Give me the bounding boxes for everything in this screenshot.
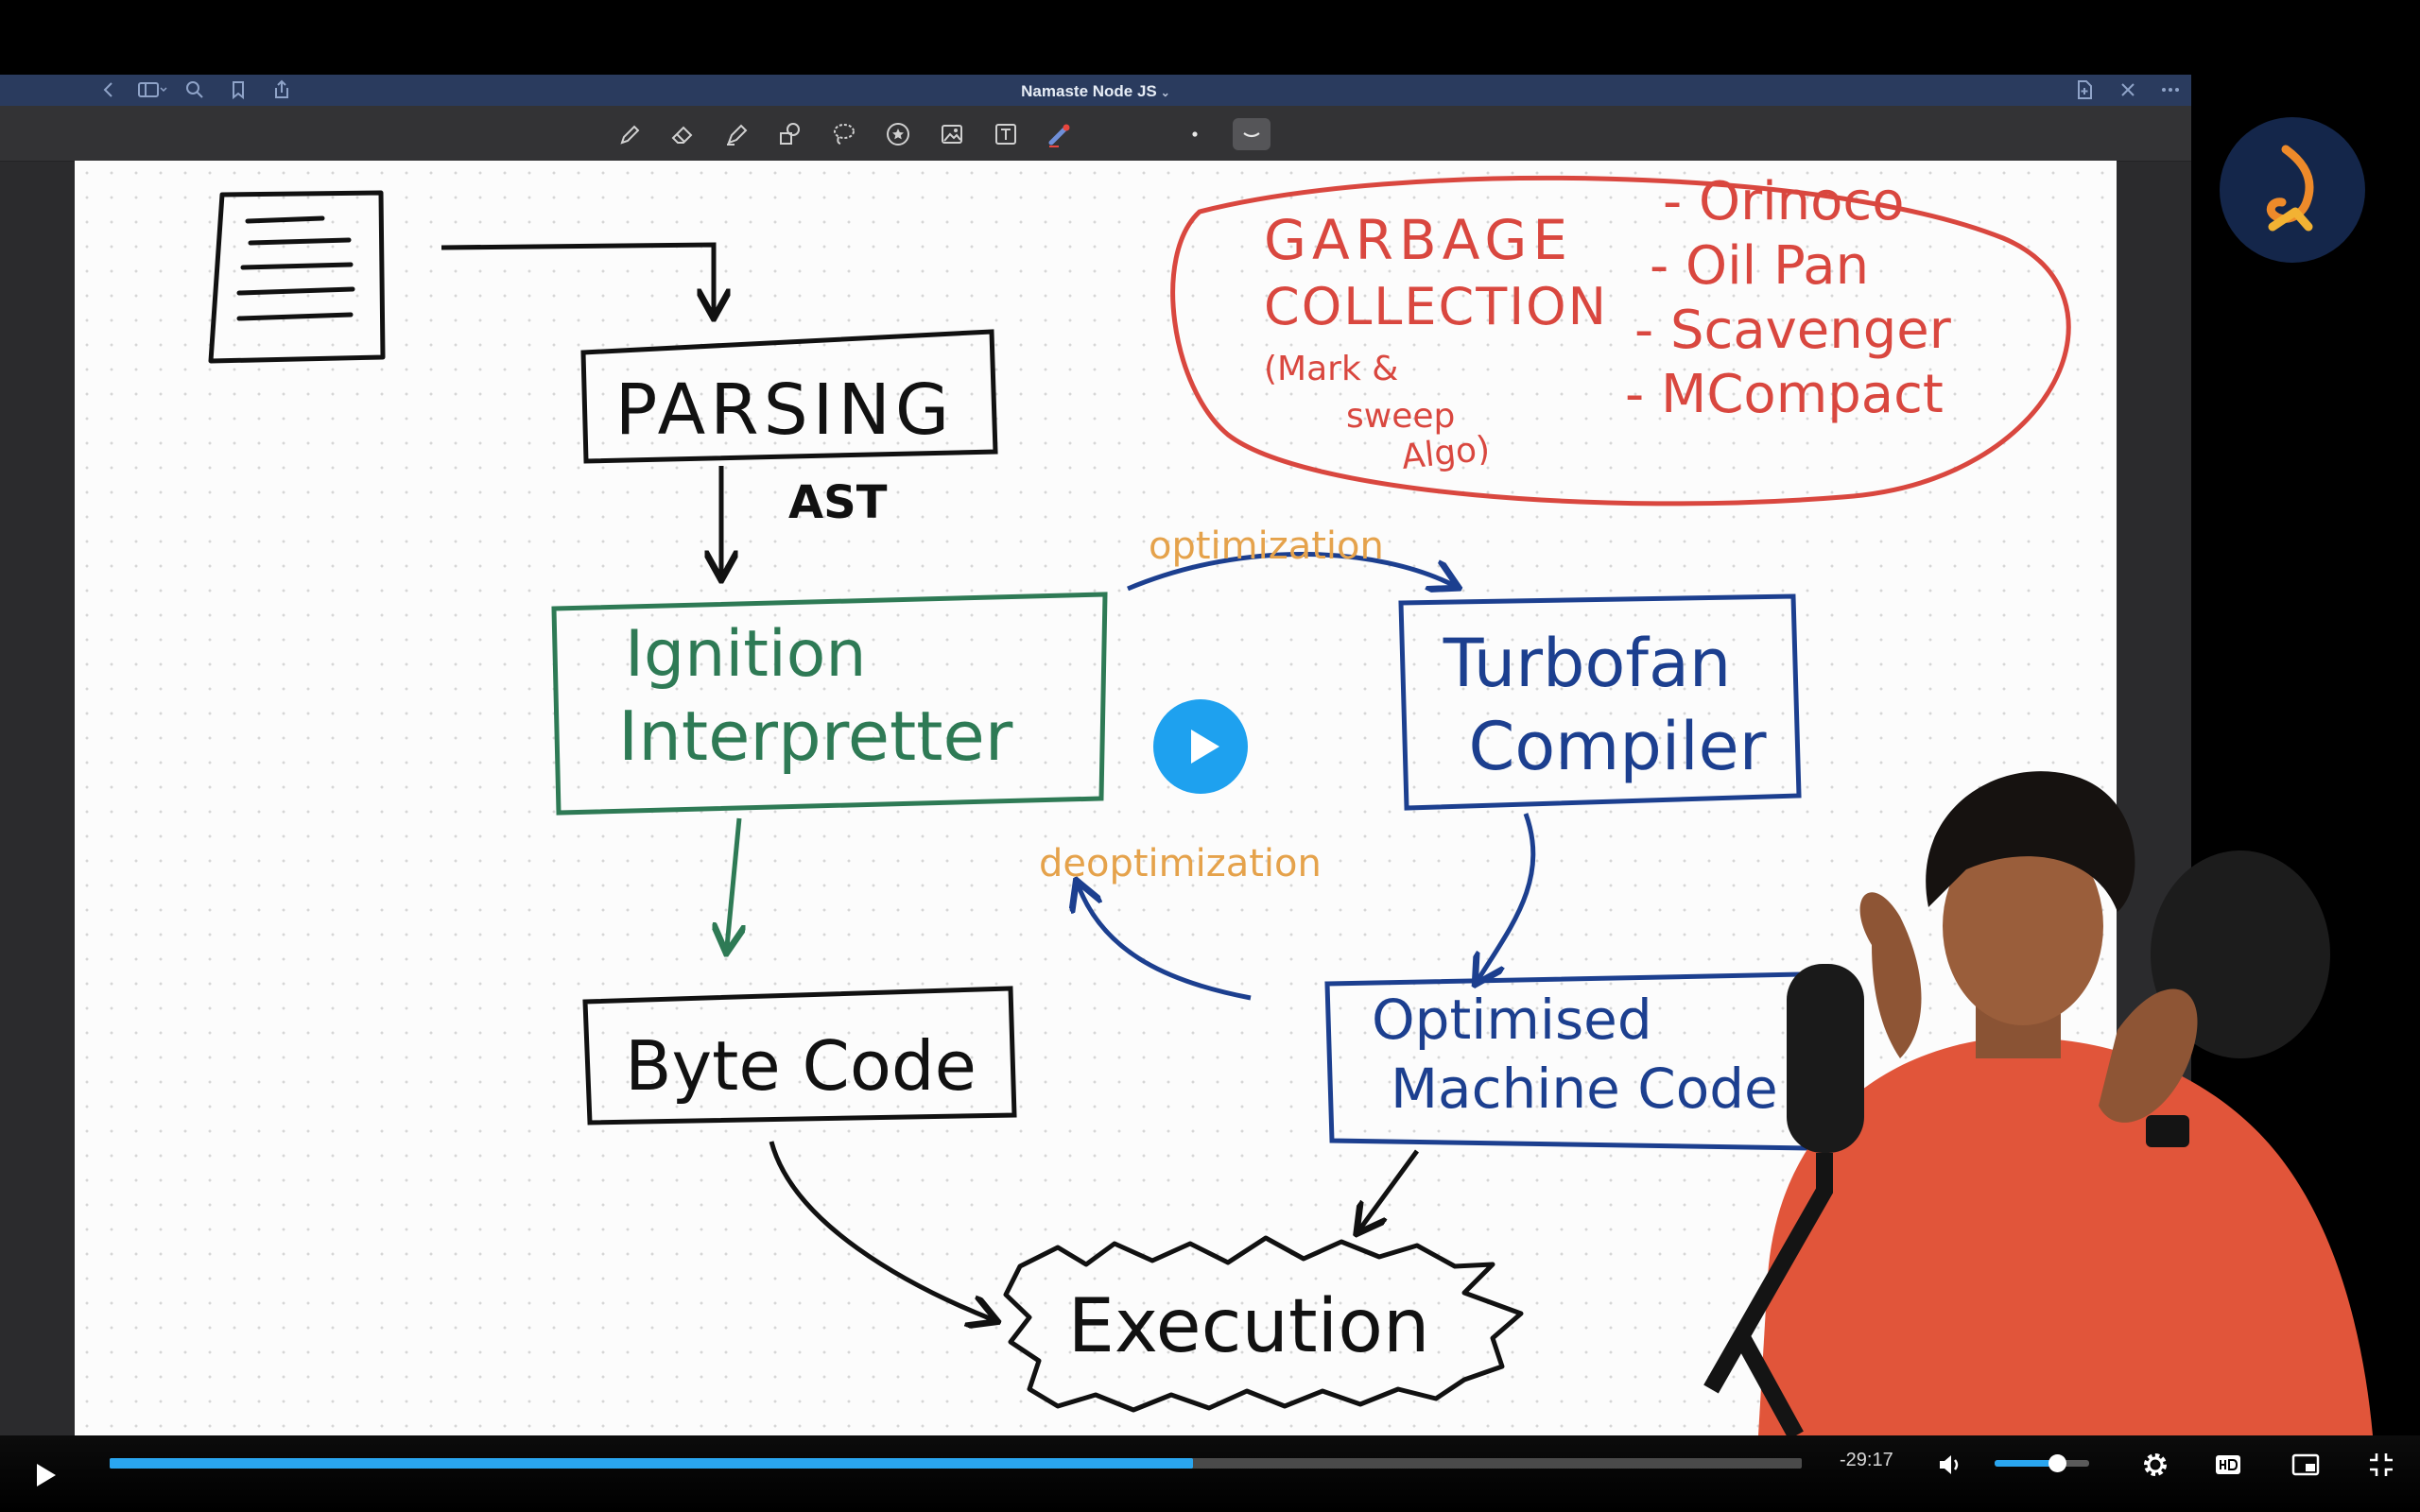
turbofan-line1: Turbofan <box>1443 625 1731 702</box>
eraser-tool-icon[interactable] <box>667 119 698 149</box>
ignition-line2: Interpretter <box>618 696 1013 776</box>
gc-line1: GARBAGE <box>1264 208 1573 272</box>
gc-item: - Orinoco <box>1663 171 1904 232</box>
bookmark-icon[interactable] <box>227 78 250 101</box>
document-title-text[interactable]: Namaste Node JS <box>1021 82 1157 100</box>
progress-played <box>110 1458 1193 1469</box>
stroke-curve-icon <box>1243 132 1260 138</box>
deoptimization-label: deoptimization <box>1039 842 1322 885</box>
microphone <box>1787 964 1864 1153</box>
deoptimization-arrow <box>1079 886 1252 1001</box>
arrow-ignition-to-bytecode <box>727 817 739 947</box>
arrow-optimised-to-execution <box>1360 1149 1420 1228</box>
sidebar-toggle-icon[interactable] <box>137 78 167 101</box>
arrow-bytecode-to-execution <box>769 1141 992 1319</box>
exit-fullscreen-icon[interactable] <box>2365 1449 2397 1481</box>
picture-in-picture-icon[interactable] <box>2290 1449 2322 1481</box>
gc-item: - Oil Pan <box>1650 235 1869 297</box>
pen-style-selected[interactable] <box>1233 118 1270 150</box>
play-icon <box>1191 730 1219 764</box>
hd-quality-icon[interactable] <box>2212 1449 2244 1481</box>
document-title[interactable]: Namaste Node JS ⌄ <box>1021 82 1170 101</box>
lasso-tool-icon[interactable] <box>829 119 859 149</box>
byte-code-label: Byte Code <box>625 1026 977 1106</box>
optimization-label: optimization <box>1149 524 1384 568</box>
back-icon[interactable] <box>97 78 120 101</box>
video-player-controls: -29:17 <box>0 1435 2420 1512</box>
ast-label: AST <box>788 476 888 529</box>
shapes-tool-icon[interactable] <box>775 119 805 149</box>
volume-slider[interactable] <box>1995 1454 2089 1472</box>
play-button[interactable] <box>30 1460 60 1490</box>
add-page-icon[interactable] <box>2073 78 2096 101</box>
channel-logo <box>2220 117 2365 263</box>
image-tool-icon[interactable] <box>937 119 967 149</box>
video-play-overlay-button[interactable] <box>1153 699 1248 794</box>
execution-label: Execution <box>1068 1284 1430 1369</box>
settings-gear-icon[interactable] <box>2139 1449 2171 1481</box>
title-bar: Namaste Node JS ⌄ <box>0 75 2191 106</box>
parsing-label: PARSING <box>615 369 954 451</box>
pen-tool-icon[interactable] <box>614 119 645 149</box>
gc-note-line1: (Mark & <box>1264 350 1398 388</box>
arrow-doc-to-parsing <box>441 242 714 312</box>
chevron-down-icon[interactable]: ⌄ <box>1161 86 1170 99</box>
presenter-hand-left <box>1859 892 1922 1058</box>
close-icon[interactable] <box>2117 78 2139 101</box>
gc-item: - MCompact <box>1625 364 1944 425</box>
presenter-webcam <box>1703 771 2373 1436</box>
time-remaining: -29:17 <box>1840 1450 1893 1470</box>
highlighter-tool-icon[interactable] <box>721 119 752 149</box>
elements-tool-icon[interactable] <box>883 119 913 149</box>
ignition-line1: Ignition <box>625 617 866 692</box>
more-icon[interactable] <box>2159 78 2182 101</box>
gc-line2: COLLECTION <box>1264 277 1608 336</box>
flame-logo-icon <box>2266 145 2314 232</box>
share-icon[interactable] <box>270 78 293 101</box>
volume-icon[interactable] <box>1934 1449 1966 1481</box>
gc-note-line3: Algo) <box>1400 429 1492 477</box>
volume-slider-handle[interactable] <box>2048 1454 2066 1472</box>
laser-pointer-icon[interactable] <box>1045 119 1075 149</box>
wrist-watch <box>2146 1115 2189 1147</box>
text-tool-icon[interactable] <box>991 119 1021 149</box>
search-icon[interactable] <box>183 78 206 101</box>
gc-note-line2: sweep <box>1346 397 1455 436</box>
arrow-turbofan-to-optimised <box>1478 813 1536 979</box>
gc-item: - Scavenger <box>1634 300 1952 361</box>
document-icon <box>208 190 386 364</box>
pen-size-dot-icon[interactable] <box>1180 119 1210 149</box>
progress-bar[interactable] <box>110 1458 1802 1469</box>
drawing-toolbar <box>0 106 2191 162</box>
